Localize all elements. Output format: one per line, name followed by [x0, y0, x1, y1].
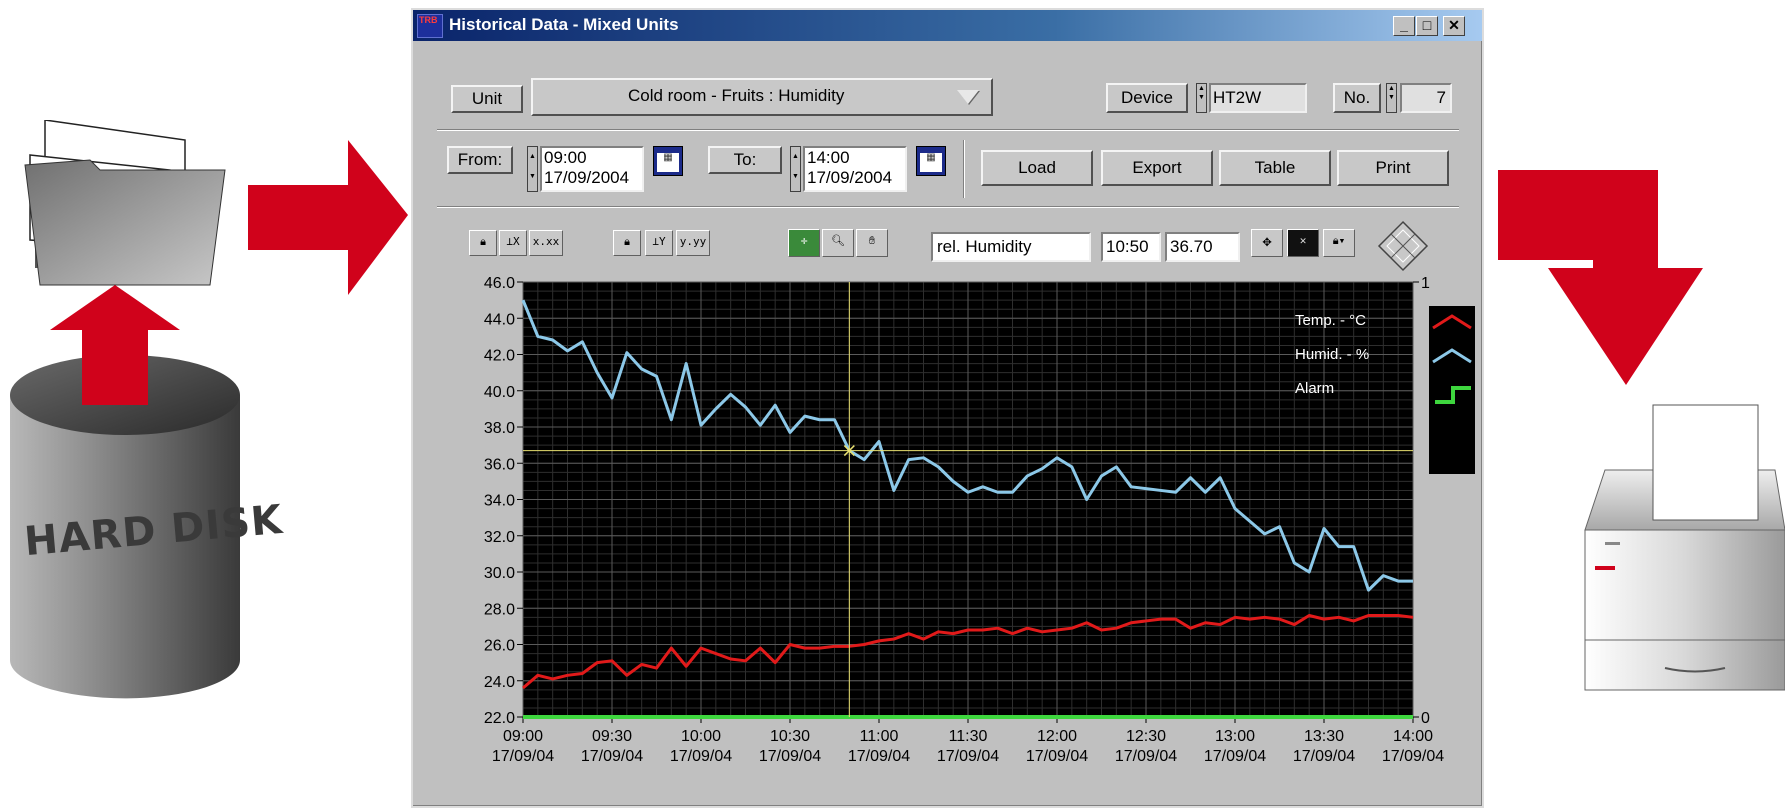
right-arrow-icon [248, 140, 408, 295]
x-tick-date: 17/09/04 [1382, 748, 1444, 765]
x-tick-date: 17/09/04 [1293, 748, 1355, 765]
y-tick-label: 36.0 [484, 456, 515, 473]
x-tick-date: 17/09/04 [1115, 748, 1177, 765]
down-arrow-icon [1498, 170, 1703, 385]
x-tick-date: 17/09/04 [937, 748, 999, 765]
legend-label-alarm: Alarm [1295, 380, 1335, 397]
x-tick-time: 10:00 [681, 728, 721, 745]
right-axis-label: 1 [1421, 275, 1430, 292]
right-axis-label: 0 [1421, 710, 1430, 727]
x-tick-date: 17/09/04 [492, 748, 554, 765]
x-tick-date: 17/09/04 [759, 748, 821, 765]
x-tick-time: 13:00 [1215, 728, 1255, 745]
legend-label-humid: Humid. - % [1295, 346, 1370, 363]
y-tick-label: 32.0 [484, 529, 515, 546]
y-tick-label: 42.0 [484, 348, 515, 365]
x-tick-date: 17/09/04 [848, 748, 910, 765]
printer-icon [1584, 404, 1785, 691]
x-tick-time: 12:00 [1037, 728, 1077, 745]
y-tick-label: 22.0 [484, 710, 515, 727]
hard-disk-folder-graphic [10, 120, 240, 699]
y-tick-label: 28.0 [484, 601, 515, 618]
x-tick-date: 17/09/04 [581, 748, 643, 765]
x-tick-time: 13:30 [1304, 728, 1344, 745]
y-tick-label: 40.0 [484, 384, 515, 401]
historical-data-window: TRB Historical Data - Mixed Units _ □ ✕ … [411, 8, 1484, 808]
y-tick-label: 44.0 [484, 311, 515, 328]
x-tick-time: 09:30 [592, 728, 632, 745]
y-tick-label: 24.0 [484, 674, 515, 691]
x-tick-date: 17/09/04 [1204, 748, 1266, 765]
x-tick-date: 17/09/04 [670, 748, 732, 765]
x-tick-time: 14:00 [1393, 728, 1433, 745]
y-tick-label: 34.0 [484, 493, 515, 510]
x-tick-time: 12:30 [1126, 728, 1166, 745]
folder-icon [24, 120, 226, 286]
y-tick-label: 26.0 [484, 638, 515, 655]
x-tick-time: 09:00 [503, 728, 543, 745]
x-tick-time: 11:30 [949, 728, 988, 745]
y-tick-label: 38.0 [484, 420, 515, 437]
legend-label-temp: Temp. - °C [1295, 312, 1367, 329]
x-tick-date: 17/09/04 [1026, 748, 1088, 765]
y-tick-label: 30.0 [484, 565, 515, 582]
x-tick-time: 10:30 [770, 728, 810, 745]
x-tick-time: 11:00 [860, 728, 899, 745]
y-tick-label: 46.0 [484, 275, 515, 292]
